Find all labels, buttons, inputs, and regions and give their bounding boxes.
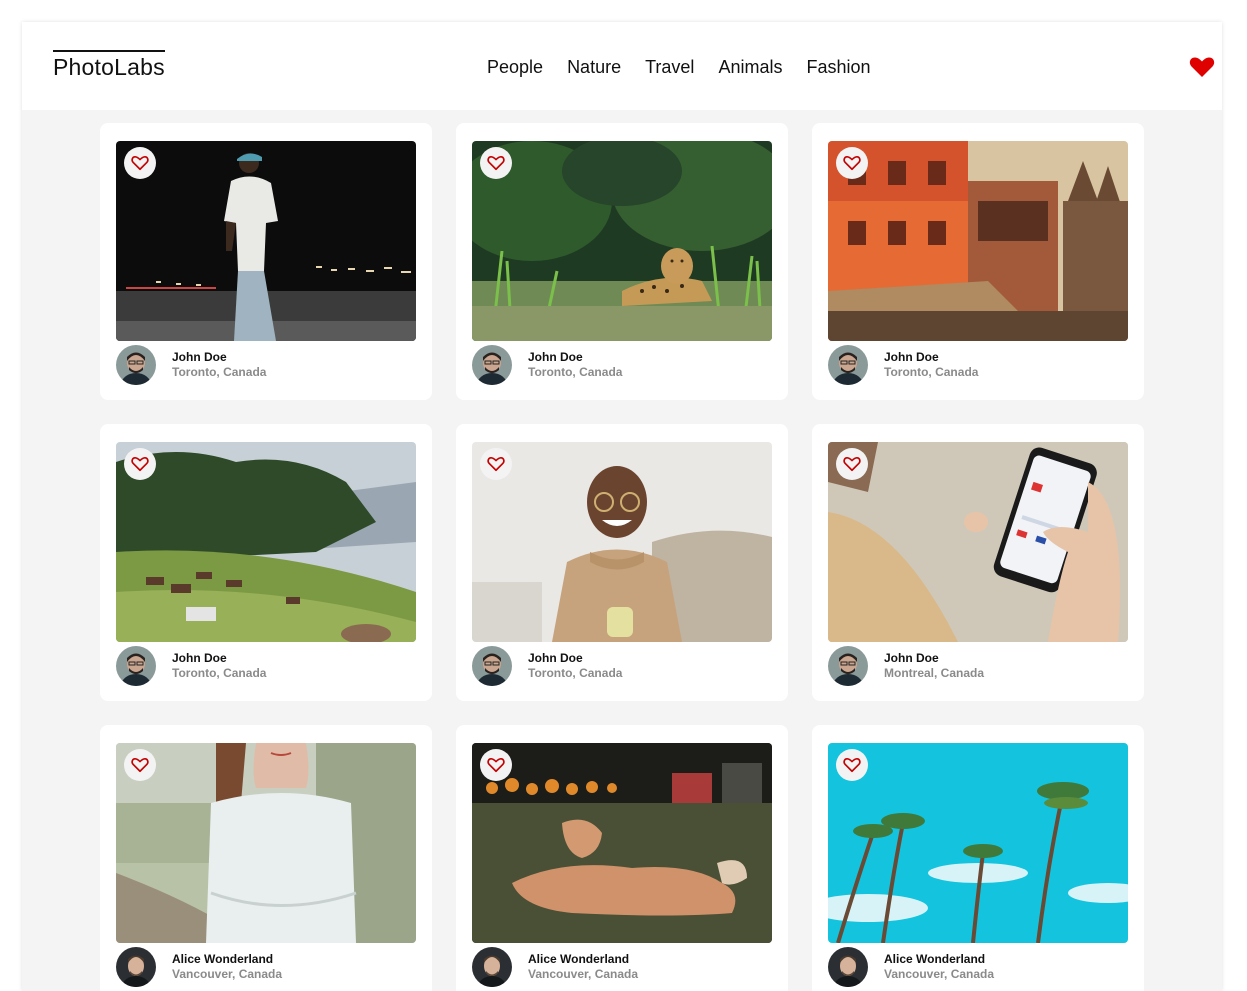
like-button[interactable] [124,147,156,179]
like-button[interactable] [836,147,868,179]
like-button[interactable] [124,448,156,480]
photo-card[interactable]: John Doe Montreal, Canada [812,424,1144,701]
user-location: Vancouver, Canada [884,967,995,981]
favorites-heart-icon[interactable] [1189,56,1215,78]
avatar [116,947,156,987]
user-location: Vancouver, Canada [528,967,639,981]
photo-card[interactable]: John Doe Toronto, Canada [456,123,788,400]
photo-image[interactable] [828,141,1128,341]
topic-animals[interactable]: Animals [718,56,782,78]
user-name: Alice Wonderland [884,952,986,966]
avatar [828,345,868,385]
user-location: Toronto, Canada [528,365,623,379]
topic-nature[interactable]: Nature [567,56,621,78]
photo-image[interactable] [828,743,1128,943]
photo-card[interactable]: John Doe Toronto, Canada [456,424,788,701]
user-location: Toronto, Canada [172,365,267,379]
topic-people[interactable]: People [487,56,543,78]
user-name: John Doe [528,651,583,665]
heart-outline-icon [843,155,861,171]
like-button[interactable] [480,448,512,480]
top-navigation-bar: PhotoLabs People Nature Travel Animals F… [22,22,1222,110]
user-name: John Doe [528,350,583,364]
heart-outline-icon [487,757,505,773]
photo-card[interactable]: Alice Wonderland Vancouver, Canada [812,725,1144,991]
topic-travel[interactable]: Travel [645,56,694,78]
user-location: Toronto, Canada [528,666,623,680]
user-name: John Doe [884,350,939,364]
photo-card[interactable]: John Doe Toronto, Canada [812,123,1144,400]
like-button[interactable] [836,448,868,480]
heart-outline-icon [131,757,149,773]
photo-card[interactable]: John Doe Toronto, Canada [100,424,432,701]
like-button[interactable] [124,749,156,781]
user-location: Montreal, Canada [884,666,985,680]
avatar [472,646,512,686]
user-name: Alice Wonderland [528,952,630,966]
user-location: Vancouver, Canada [172,967,283,981]
logo[interactable]: PhotoLabs [53,50,165,79]
photo-card[interactable]: John Doe Toronto, Canada [100,123,432,400]
user-name: John Doe [172,651,227,665]
like-button[interactable] [836,749,868,781]
avatar [472,345,512,385]
user-name: John Doe [172,350,227,364]
avatar [116,345,156,385]
heart-outline-icon [487,155,505,171]
heart-outline-icon [843,456,861,472]
avatar [472,947,512,987]
avatar [116,646,156,686]
photo-image[interactable] [472,442,772,642]
avatar [828,947,868,987]
user-location: Toronto, Canada [172,666,267,680]
app-window: PhotoLabs People Nature Travel Animals F… [22,22,1222,991]
like-button[interactable] [480,147,512,179]
heart-outline-icon [843,757,861,773]
photo-image[interactable] [472,141,772,341]
avatar [828,646,868,686]
photo-list: John Doe Toronto, Canada John Doe Toront… [100,123,1144,991]
heart-outline-icon [487,456,505,472]
photo-image[interactable] [472,743,772,943]
photo-image[interactable] [116,141,416,341]
topic-fashion[interactable]: Fashion [806,56,870,78]
topic-list: People Nature Travel Animals Fashion [487,56,871,78]
heart-outline-icon [131,155,149,171]
like-button[interactable] [480,749,512,781]
user-name: John Doe [884,651,939,665]
user-name: Alice Wonderland [172,952,274,966]
photo-image[interactable] [828,442,1128,642]
photo-image[interactable] [116,743,416,943]
photo-image[interactable] [116,442,416,642]
heart-outline-icon [131,456,149,472]
photo-card[interactable]: Alice Wonderland Vancouver, Canada [456,725,788,991]
photo-card[interactable]: Alice Wonderland Vancouver, Canada [100,725,432,991]
user-location: Toronto, Canada [884,365,979,379]
